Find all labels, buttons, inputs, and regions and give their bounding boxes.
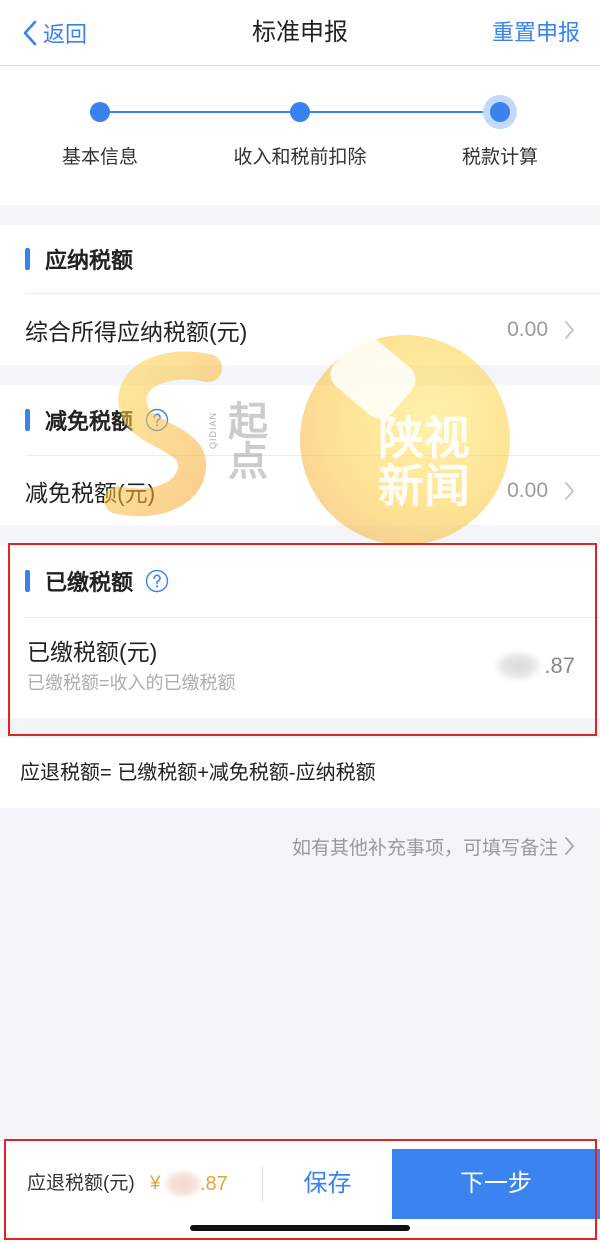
obscured-amount <box>494 651 542 681</box>
tax-paid-row[interactable]: 已缴税额(元) 已缴税额=收入的已缴税额 .87 <box>0 618 600 718</box>
section-title-text: 减免税额 <box>45 409 134 434</box>
reset-declaration-button[interactable]: 重置申报 <box>492 0 580 65</box>
remark-link-label: 如有其他补充事项，可填写备注 <box>291 837 558 859</box>
tax-payable-row[interactable]: 综合所得应纳税额(元) 0.00 <box>0 294 600 365</box>
refund-amount: .87 <box>200 1173 228 1195</box>
progress-stepper: 基本信息 收入和税前扣除 税款计算 <box>0 66 600 205</box>
section-header: 已缴税额 <box>0 545 600 617</box>
page-title: 标准申报 <box>252 19 348 46</box>
section-header: 减免税额 <box>0 385 600 455</box>
help-circle-icon[interactable] <box>145 408 169 432</box>
section-header: 应纳税额 <box>0 225 600 293</box>
step-label: 基本信息 <box>61 147 138 168</box>
add-remark-link[interactable]: 如有其他补充事项，可填写备注 <box>292 830 575 862</box>
tax-reduction-section: 减免税额 减免税额(元) 0.00 <box>0 385 600 525</box>
row-label: 减免税额(元) <box>25 479 156 506</box>
back-label: 返回 <box>43 21 88 47</box>
help-circle-icon[interactable] <box>145 569 169 593</box>
tax-reduction-row[interactable]: 减免税额(元) 0.00 <box>0 456 600 525</box>
row-value: 0.00 <box>507 317 548 341</box>
step-label: 税款计算 <box>461 147 538 168</box>
step-income-deductions: 收入和税前扣除 <box>200 66 400 205</box>
tax-paid-value[interactable]: .87 <box>544 652 575 680</box>
step-basic-info: 基本信息 <box>0 66 200 205</box>
currency-symbol: ¥ <box>150 1173 161 1194</box>
section-accent-bar <box>25 570 30 592</box>
chevron-left-icon <box>23 20 37 45</box>
refund-formula-block: 应退税额= 已缴税额+减免税额-应纳税额 <box>0 738 600 808</box>
section-title-text: 应纳税额 <box>45 248 134 273</box>
section-title-text: 已缴税额 <box>45 570 134 595</box>
tax-declaration-screen: 返回 标准申报 重置申报 基本信息 收入和税前扣除 税款计算 应纳税额 综合所得… <box>0 0 600 1243</box>
refund-label: 应退税额(元) <box>27 1173 135 1194</box>
row-label: 已缴税额(元) <box>27 639 158 665</box>
chevron-right-icon <box>565 320 574 339</box>
section-title: 已缴税额 <box>45 545 169 617</box>
chevron-right-icon <box>565 837 574 855</box>
step-dot <box>290 102 310 122</box>
tax-payable-section: 应纳税额 综合所得应纳税额(元) 0.00 <box>0 225 600 365</box>
row-label: 综合所得应纳税额(元) <box>25 318 248 345</box>
nav-bar: 返回 标准申报 重置申报 <box>0 0 600 66</box>
back-button[interactable]: 返回 <box>22 0 87 65</box>
row-value: 0.00 <box>507 478 548 502</box>
step-dot <box>90 102 110 122</box>
step-dot <box>483 95 517 129</box>
home-indicator <box>190 1225 410 1231</box>
save-button[interactable]: 保存 <box>263 1149 392 1219</box>
section-accent-bar <box>25 248 30 270</box>
row-hint: 已缴税额=收入的已缴税额 <box>27 673 236 693</box>
section-accent-bar <box>25 409 30 431</box>
obscured-amount <box>163 1170 203 1198</box>
next-step-button[interactable]: 下一步 <box>392 1149 600 1219</box>
chevron-right-icon <box>565 481 574 500</box>
step-label: 收入和税前扣除 <box>233 147 367 168</box>
tax-paid-section: 已缴税额 已缴税额(元) 已缴税额=收入的已缴税额 .87 <box>0 545 600 718</box>
refund-formula-text: 应退税额= 已缴税额+减免税额-应纳税额 <box>20 762 376 784</box>
step-tax-calculation: 税款计算 <box>400 66 600 205</box>
section-title: 减免税额 <box>45 385 169 455</box>
section-title: 应纳税额 <box>45 225 133 293</box>
